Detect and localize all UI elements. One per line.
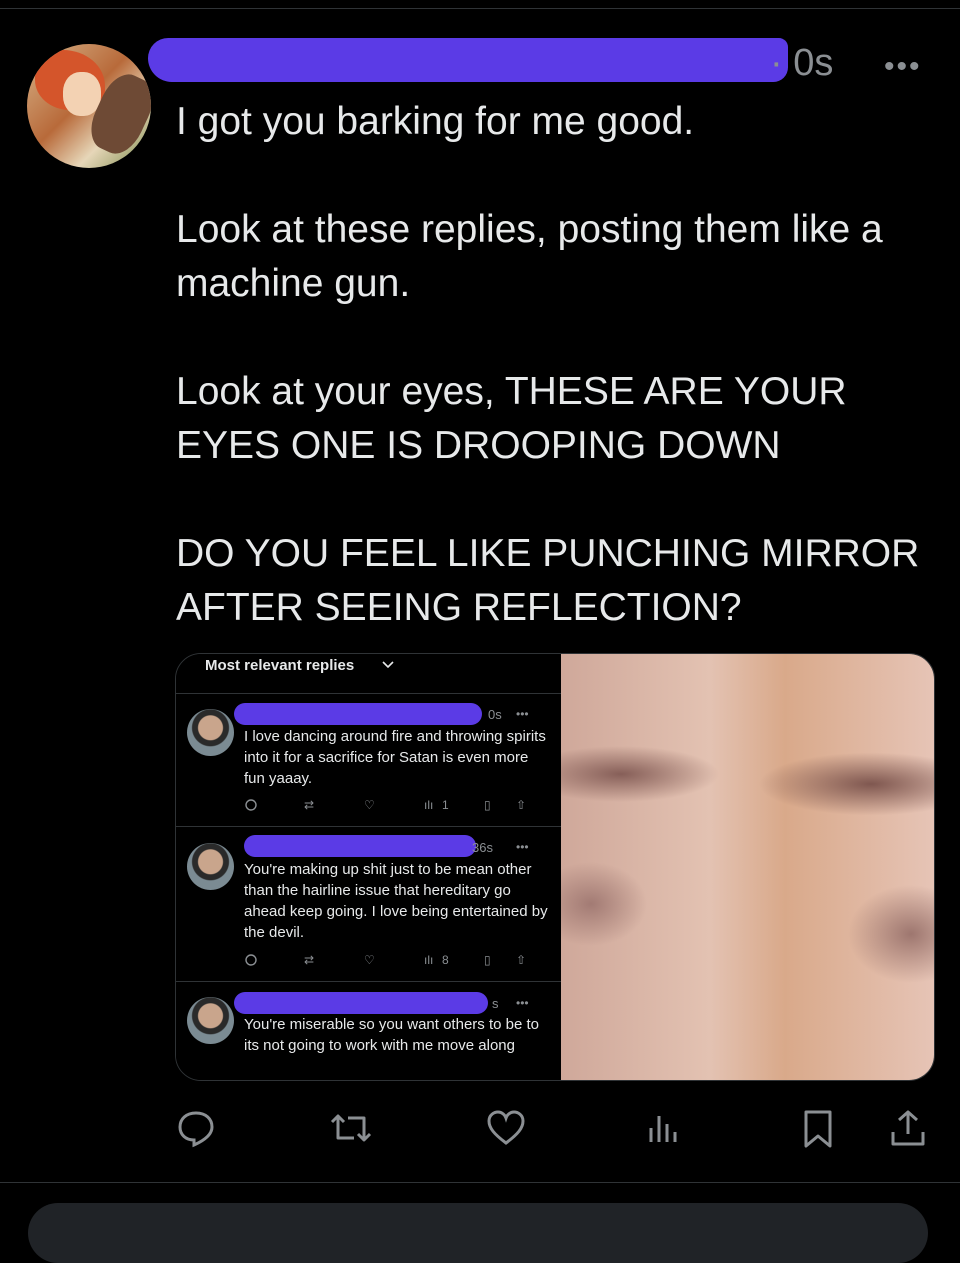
views-icon: ılı (424, 953, 434, 967)
reply-more-icon: ••• (516, 996, 529, 1010)
views-icon: ılı (424, 798, 434, 812)
repost-icon[interactable] (328, 1108, 374, 1153)
reply-text: I love dancing around fire and throwing … (244, 728, 546, 787)
share-icon: ⇧ (516, 798, 527, 812)
reply-username-redaction (244, 835, 476, 857)
bookmark-icon: ▯ (484, 798, 491, 812)
views-icon[interactable] (644, 1108, 684, 1153)
post-media[interactable]: Most relevant replies 0s ••• I love danc… (175, 653, 935, 1081)
eyes-photo[interactable] (561, 654, 934, 1080)
reply-text: You're miserable so you want others to b… (244, 1016, 539, 1054)
like-icon: ♡ (364, 798, 375, 812)
reply-more-icon: ••• (516, 840, 529, 854)
views-count: 8 (442, 953, 449, 967)
reply-avatar (187, 709, 234, 756)
reply-avatar (187, 843, 234, 890)
post-paragraph: DO YOU FEEL LIKE PUNCHING MIRROR AFTER S… (176, 532, 920, 629)
reply-username-redaction (234, 992, 488, 1014)
views-count: 1 (442, 798, 449, 812)
post-text: I got you barking for me good. Look at t… (176, 95, 936, 635)
divider (176, 826, 561, 827)
reply-actions: ⇄ ♡ ılı 8 ▯ ⇧ (244, 953, 544, 971)
repost-icon: ⇄ (304, 798, 315, 812)
reply-text: You're making up shit just to be mean ot… (244, 861, 548, 941)
post-time: · 0s (770, 42, 834, 84)
reply-time: 36s (472, 840, 493, 855)
reply-actions: ⇄ ♡ ılı 1 ▯ ⇧ (244, 798, 544, 816)
reply-avatar (187, 997, 234, 1044)
chevron-down-icon (381, 654, 395, 678)
bottom-divider (0, 1182, 960, 1183)
reply-icon[interactable] (176, 1108, 216, 1153)
replies-sort-label: Most relevant replies (205, 657, 355, 674)
reply-composer-bar[interactable] (28, 1203, 928, 1263)
like-icon: ♡ (364, 953, 375, 967)
reply-time: s (492, 996, 499, 1011)
post-actions (176, 1108, 936, 1152)
reply-icon (244, 798, 258, 815)
username-redaction (148, 38, 788, 82)
divider (176, 981, 561, 982)
replies-screenshot[interactable]: Most relevant replies 0s ••• I love danc… (176, 654, 561, 1080)
more-options-icon[interactable]: ••• (884, 50, 922, 84)
share-icon[interactable] (888, 1108, 928, 1153)
reply-icon (244, 953, 258, 970)
bookmark-icon[interactable] (798, 1108, 838, 1153)
post-paragraph: Look at your eyes, THESE ARE YOUR EYES O… (176, 370, 847, 467)
repost-icon: ⇄ (304, 953, 315, 967)
reply-time: 0s (488, 707, 502, 722)
post-paragraph: Look at these replies, posting them like… (176, 208, 883, 305)
reply-more-icon: ••• (516, 707, 529, 721)
bookmark-icon: ▯ (484, 953, 491, 967)
top-divider (0, 8, 960, 9)
divider (176, 693, 561, 694)
share-icon: ⇧ (516, 953, 527, 967)
author-avatar[interactable] (27, 44, 151, 168)
reply-username-redaction (234, 703, 482, 725)
like-icon[interactable] (486, 1108, 526, 1153)
post-paragraph: I got you barking for me good. (176, 100, 695, 143)
